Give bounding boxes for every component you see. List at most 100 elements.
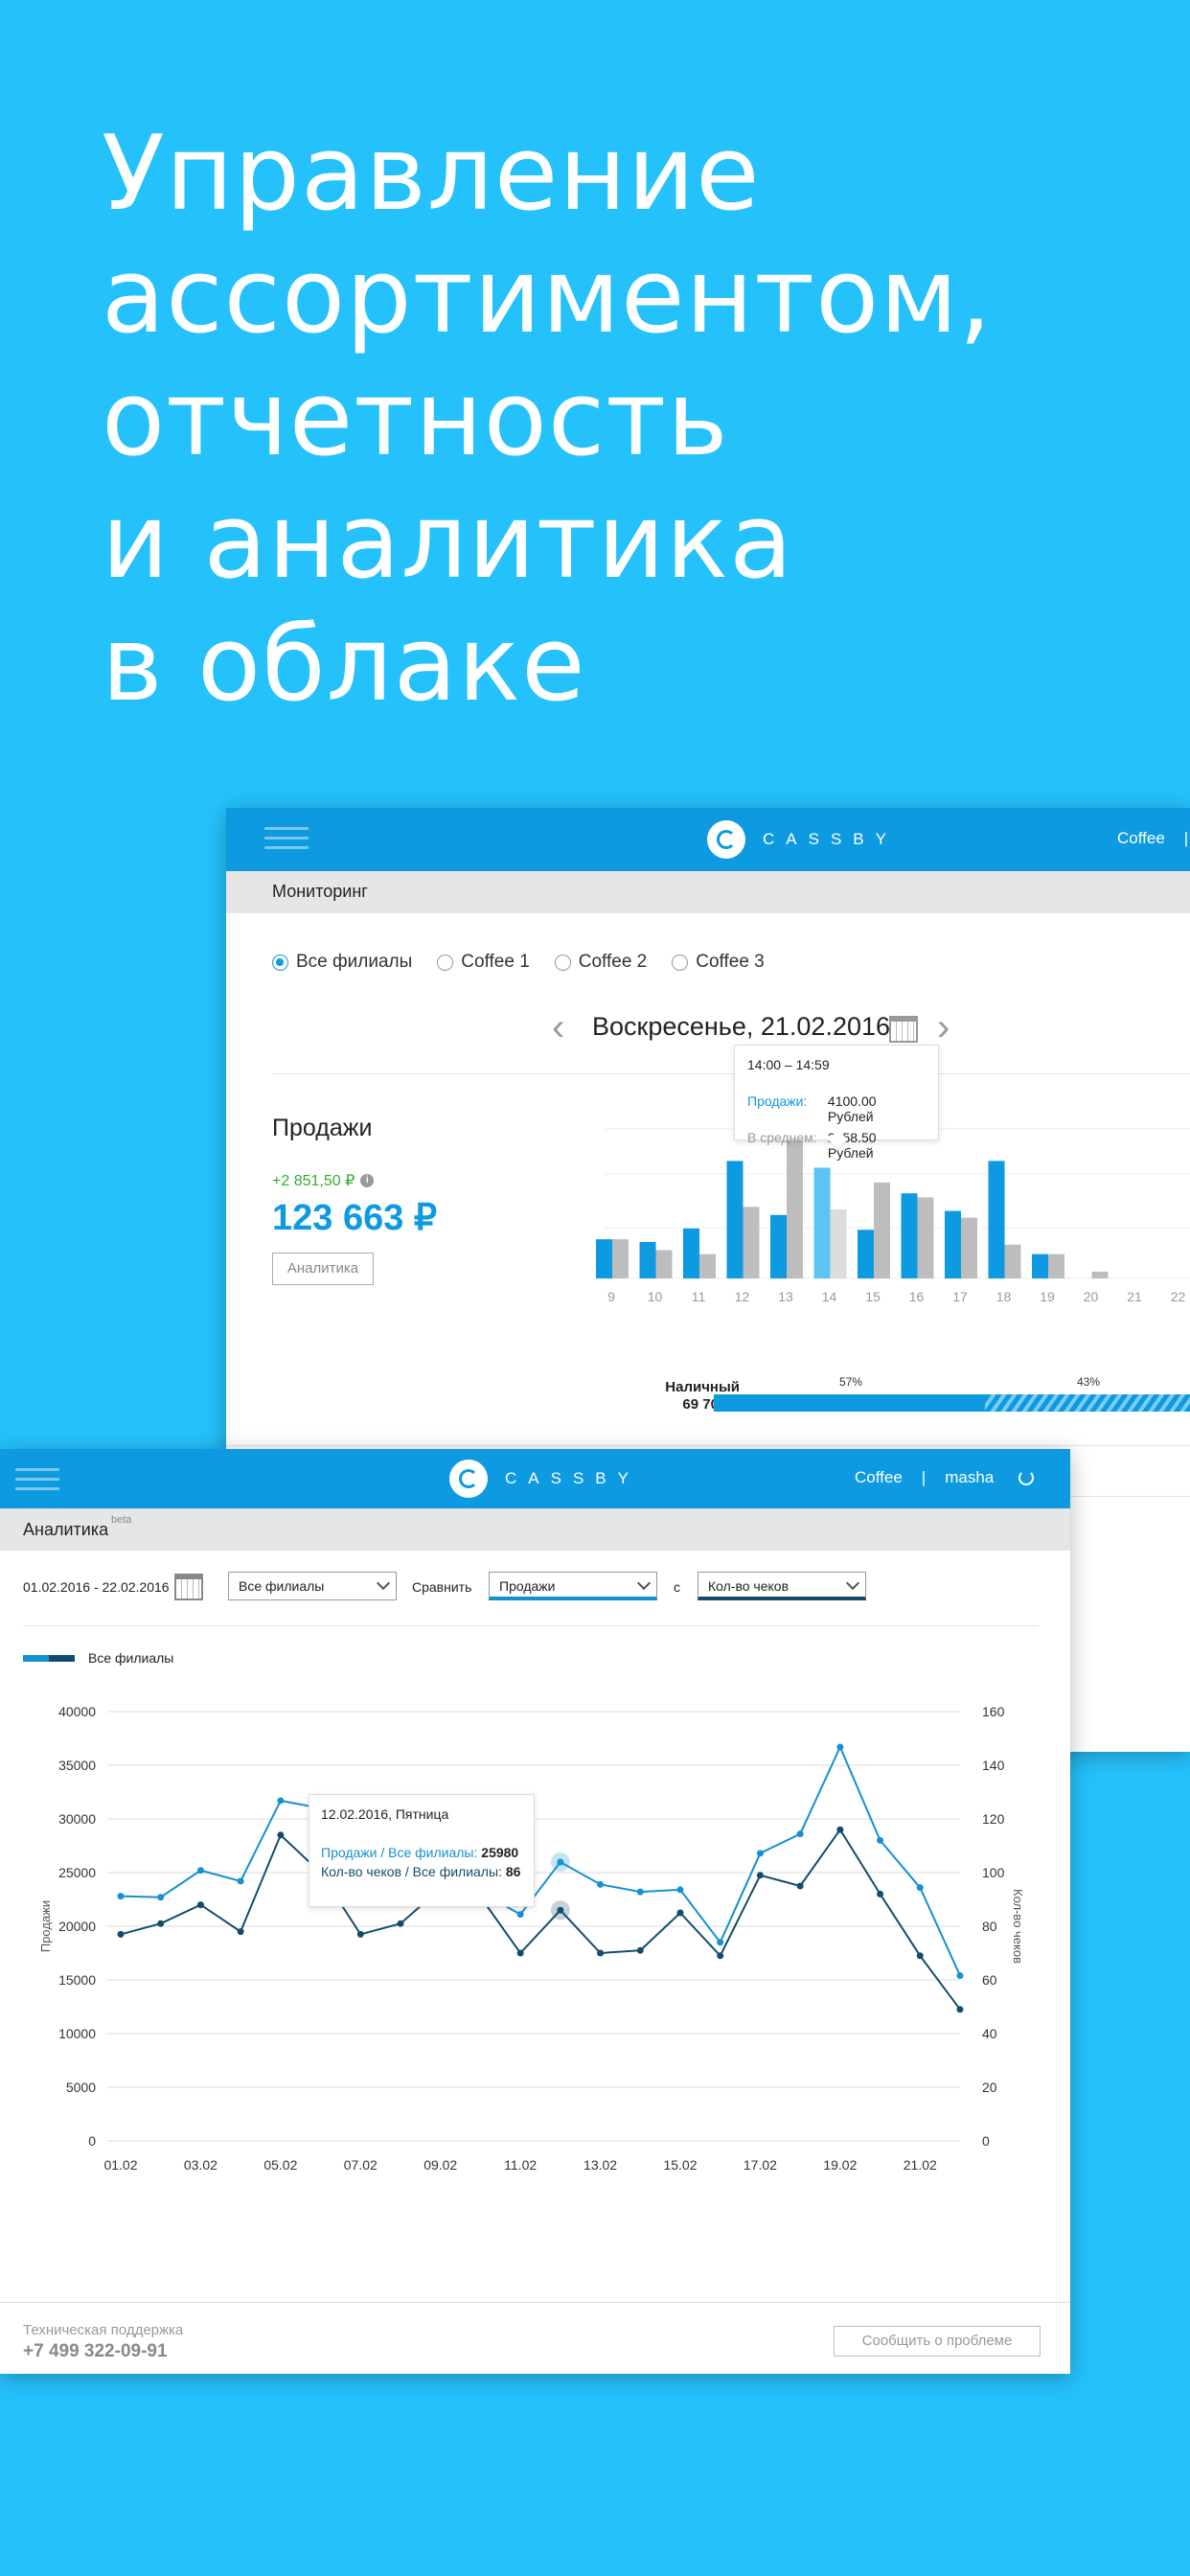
bar-average: [1004, 1244, 1021, 1278]
sales-point: [916, 1884, 924, 1892]
x-tick-label: 09.02: [423, 2157, 457, 2173]
x-tick-label: 12: [735, 1289, 750, 1304]
y2-tick-label: 40: [982, 2026, 997, 2041]
y2-axis-label: Кол-во чеков: [1011, 1889, 1025, 1964]
y-tick-label: 5000: [66, 2080, 96, 2095]
bar-sales: [639, 1241, 656, 1278]
checks-point: [356, 1930, 364, 1938]
bar-average: [874, 1182, 890, 1278]
sales-point: [796, 1830, 804, 1838]
bar-sales: [770, 1214, 787, 1278]
bar-sales: [988, 1161, 1005, 1278]
y2-tick-label: 20: [982, 2080, 997, 2095]
sales-point: [836, 1743, 844, 1751]
sales-point: [956, 1972, 964, 1980]
sales-point: [277, 1797, 285, 1805]
x-tick-label: 13.02: [584, 2157, 617, 2173]
bar-average: [699, 1254, 716, 1278]
y-tick-label: 30000: [58, 1811, 96, 1827]
checks-point: [636, 1946, 644, 1954]
tooltip-sales-label: Продажи / Все филиалы:: [321, 1845, 478, 1860]
checks-point: [877, 1890, 884, 1898]
checks-point: [956, 2006, 964, 2013]
y-axis-label: Продажи: [38, 1900, 53, 1952]
tooltip-checks-label: Кол-во чеков / Все филиалы:: [321, 1864, 502, 1879]
y-tick-label: 40000: [58, 1704, 96, 1719]
y2-tick-label: 120: [982, 1811, 1005, 1827]
hourly-sales-chart: 9 10 11 12 13 14 15 16 17 18 19 20 21 22: [596, 1128, 1190, 1304]
hero-headline: Управление ассортиментом, отчетность и а…: [102, 113, 1156, 726]
checks-point: [516, 1949, 524, 1957]
tooltip-avg-label: В среднем:: [747, 1130, 817, 1145]
bar-average: [917, 1197, 934, 1278]
x-tick-label: 03.02: [184, 2157, 217, 2173]
checks-point: [717, 1952, 724, 1960]
tooltip-sales-value: 25980: [481, 1845, 519, 1860]
x-tick-label: 07.02: [344, 2157, 378, 2173]
bar-sales: [813, 1167, 831, 1278]
tooltip-checks: Кол-во чеков / Все филиалы: 86: [321, 1864, 522, 1879]
sales-point: [636, 1888, 644, 1896]
x-tick-label: 21: [1127, 1289, 1142, 1304]
bar-average: [1048, 1254, 1064, 1278]
sales-point: [597, 1880, 605, 1888]
sales-point: [117, 1893, 125, 1900]
x-tick-label: 17: [952, 1289, 968, 1304]
sales-point: [516, 1911, 524, 1919]
y-tick-label: 25000: [58, 1865, 96, 1880]
x-tick-label: 05.02: [263, 2157, 297, 2173]
sales-point: [157, 1894, 165, 1901]
sales-point: [877, 1836, 884, 1844]
sales-point: [557, 1858, 564, 1866]
tooltip-date: 12.02.2016, Пятница: [321, 1806, 449, 1822]
checks-point: [836, 1826, 844, 1833]
x-tick-label: 20: [1084, 1289, 1099, 1304]
cash-pct-right: 43%: [1077, 1375, 1101, 1389]
y2-tick-label: 140: [982, 1758, 1005, 1773]
checks-point: [196, 1901, 204, 1909]
checks-point: [397, 1920, 404, 1927]
hero-line: в облаке: [102, 605, 586, 724]
sales-line: [120, 1744, 961, 1976]
support-phone[interactable]: +7 499 322-09-91: [23, 2341, 168, 2362]
tooltip-time: 14:00 – 14:59: [747, 1057, 830, 1072]
bar-sales: [858, 1230, 874, 1278]
analytics-line-chart: 0 5000 10000 15000 20000 25000 30000 35000 40000…: [38, 1704, 1025, 2173]
x-tick-label: 01.02: [103, 2157, 137, 2173]
sales-point: [196, 1867, 204, 1874]
checks-point: [277, 1831, 285, 1839]
checks-line: [120, 1828, 961, 2011]
bar-sales: [596, 1239, 612, 1278]
checks-point: [157, 1920, 165, 1927]
bar-average: [612, 1239, 629, 1278]
bar-average: [961, 1217, 977, 1278]
checks-point: [756, 1872, 764, 1879]
tooltip-sales-value: 4100.00 Рублей: [827, 1093, 877, 1124]
checks-point: [916, 1952, 924, 1960]
x-tick-label: 10: [648, 1289, 663, 1304]
x-tick-label: 19.02: [823, 2157, 857, 2173]
cash-payment-row: Наличный 69 703 ₽ 57% 43%: [226, 1375, 1190, 1423]
y2-tick-label: 60: [982, 1972, 997, 1988]
y2-tick-label: 100: [982, 1865, 1005, 1880]
bar-tooltip: 14:00 – 14:59 Продажи: 4100.00 Рублей В с…: [734, 1045, 939, 1161]
y-tick-label: 0: [88, 2133, 96, 2149]
x-tick-label: 15: [865, 1289, 881, 1304]
x-tick-label: 9: [607, 1289, 615, 1304]
x-tick-label: 13: [778, 1289, 793, 1304]
checks-point: [796, 1882, 804, 1890]
x-tick-label: 21.02: [904, 2157, 937, 2173]
checks-point: [237, 1928, 244, 1936]
bar-average: [743, 1207, 760, 1278]
checks-point: [597, 1949, 605, 1957]
checks-point: [676, 1909, 684, 1917]
sales-point: [676, 1886, 684, 1894]
support-label: Техническая поддержка: [23, 2322, 184, 2338]
tooltip-sales: Продажи / Все филиалы: 25980: [321, 1845, 522, 1860]
analytics-window: CASSBY Coffee | masha Аналитика beta 01.…: [0, 1449, 1070, 2374]
noncash-bar: [985, 1394, 1190, 1412]
report-problem-button[interactable]: Сообщить о проблеме: [834, 2326, 1041, 2357]
x-tick-label: 18: [996, 1289, 1012, 1304]
y-tick-label: 10000: [58, 2026, 96, 2041]
hero-line: и аналитика: [102, 482, 794, 602]
